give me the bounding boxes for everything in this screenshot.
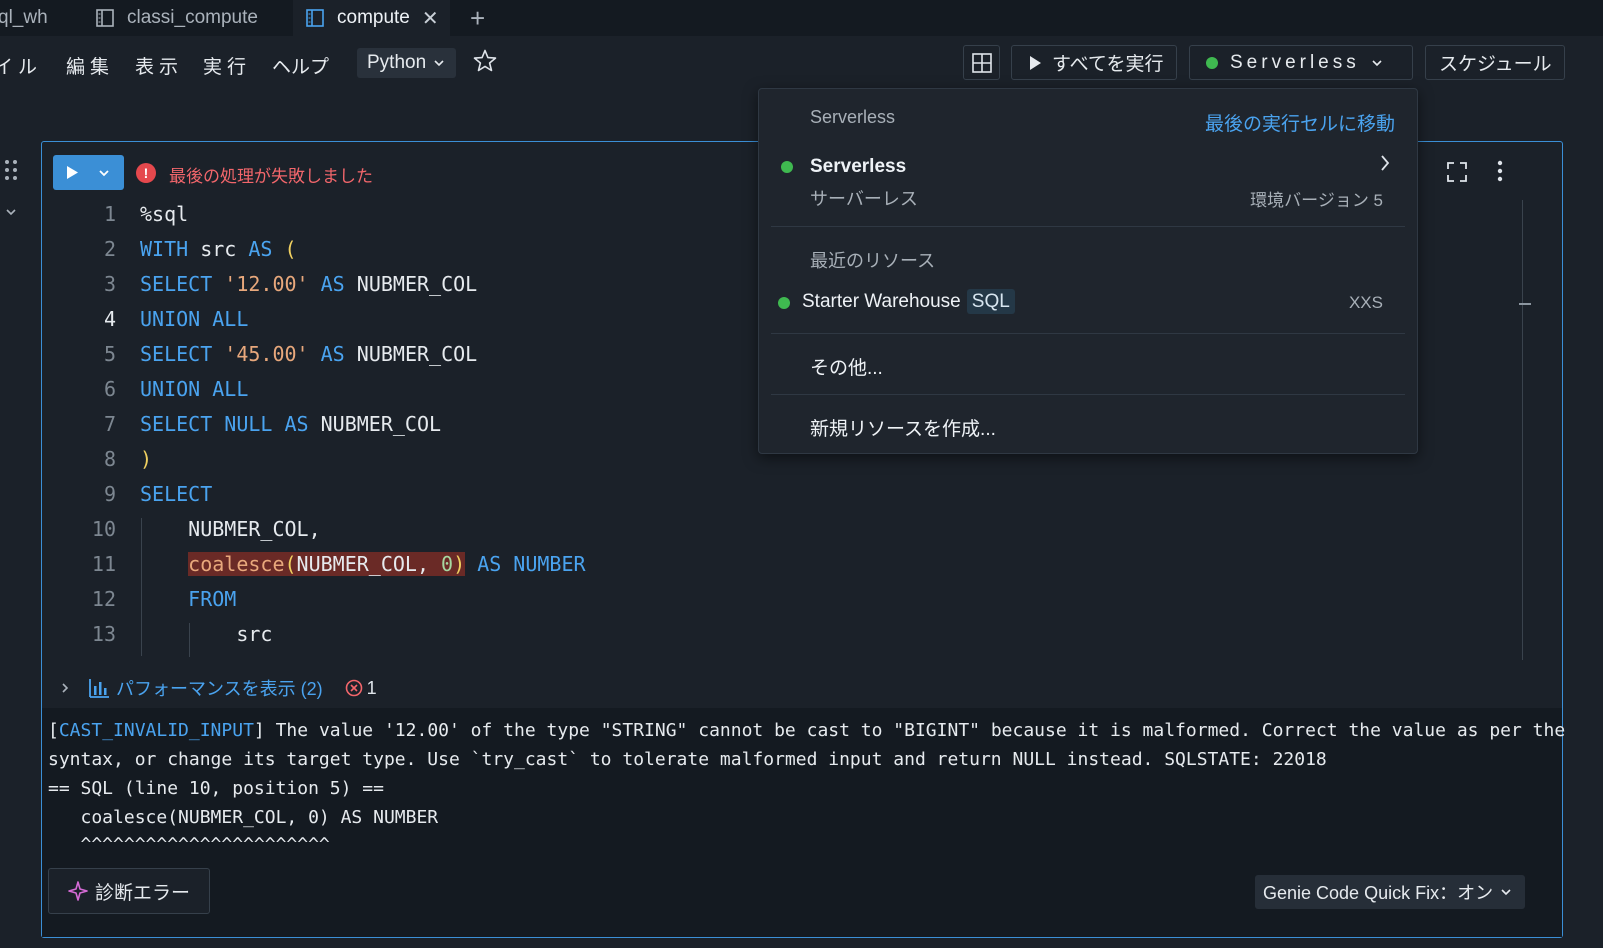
code-line: 7 SELECT NULL AS NUBMER_COL [103, 412, 442, 436]
code-line: 2 WITH src AS ( [103, 237, 297, 261]
serverless-option[interactable]: Serverless サーバーレス 環境バージョン 5 [771, 145, 1405, 225]
layout-grid-icon [971, 52, 992, 73]
run-cell-button[interactable] [53, 155, 124, 190]
expand-cell-icon[interactable] [1446, 161, 1468, 183]
status-dot [1206, 56, 1218, 69]
menu-view[interactable]: 表示 [135, 52, 183, 79]
output-line: [CAST_INVALID_INPUT] The value '12.00' o… [48, 720, 1566, 741]
chevron-right-icon [1381, 155, 1390, 171]
schedule-button[interactable]: スケジュール [1425, 45, 1565, 80]
chevron-right-icon[interactable] [58, 681, 72, 695]
drag-handle-icon[interactable] [4, 158, 18, 182]
code-line: 6 UNION ALL [103, 377, 249, 401]
code-line: 11 coalesce(NUBMER_COL, 0) AS NUMBER [91, 552, 586, 576]
menu-run[interactable]: 実行 [203, 52, 251, 79]
run-all-button[interactable]: すべてを実行 [1011, 45, 1177, 80]
play-icon [1030, 55, 1041, 70]
error-circle-icon [345, 679, 362, 697]
tab-ql-wh[interactable]: ql_wh [0, 0, 72, 36]
bar-chart-icon [89, 679, 109, 698]
scrollbar-marker [1519, 303, 1531, 305]
divider [771, 226, 1405, 227]
menu-edit[interactable]: 編集 [66, 52, 114, 79]
code-line: 1 %sql [103, 202, 189, 226]
go-to-last-cell-link[interactable]: 最後の実行セルに移動 [1205, 109, 1395, 136]
more-options-icon[interactable] [1496, 160, 1504, 182]
create-resource-option[interactable]: 新規リソースを作成... [810, 414, 996, 441]
menu-file[interactable]: イル [0, 52, 42, 79]
code-line: 10 NUBMER_COL, [91, 517, 321, 541]
status-dot [781, 161, 793, 173]
indent-guide [141, 518, 142, 656]
error-icon: ! [136, 163, 156, 183]
code-line: 13 src [91, 622, 273, 646]
play-icon [67, 166, 78, 179]
recent-resources-header: 最近のリソース [810, 251, 936, 271]
popup-header: Serverless [810, 107, 896, 127]
tab-classi-compute[interactable]: classi_compute [95, 0, 285, 36]
error-code-link[interactable]: CAST_INVALID_INPUT [59, 720, 254, 741]
output-line: coalesce(NUBMER_COL, 0) AS NUMBER [48, 807, 439, 828]
language-select[interactable]: Python [357, 48, 457, 78]
cell-error-status: 最後の処理が失敗しました [169, 167, 373, 186]
star-icon[interactable] [472, 48, 498, 74]
collapse-cell-icon[interactable] [4, 205, 18, 219]
add-tab-icon[interactable]: + [470, 3, 485, 34]
output-line: ^^^^^^^^^^^^^^^^^^^^^^^ [48, 834, 330, 855]
close-tab-icon[interactable]: ✕ [422, 6, 439, 31]
tab-bar: ql_wh classi_compute compute ✕ + [0, 0, 1603, 36]
code-line: 12 FROM [91, 587, 237, 611]
tab-compute[interactable]: compute ✕ [293, 0, 450, 36]
sparkle-icon [68, 881, 88, 901]
chevron-down-icon [434, 60, 444, 67]
chevron-down-icon[interactable] [97, 166, 111, 180]
layout-button[interactable] [963, 45, 1000, 80]
performance-row[interactable]: パフォーマンスを表示 (2) 1 [58, 673, 377, 703]
indent-guide [189, 623, 190, 657]
output-line: == SQL (line 10, position 5) == [48, 778, 384, 799]
divider [771, 394, 1405, 395]
sql-badge: SQL [966, 289, 1015, 314]
error-highlight: coalesce(NUBMER_COL, 0) [188, 552, 466, 576]
compute-select[interactable]: Serverless [1189, 45, 1413, 80]
code-line: 4 UNION ALL [103, 307, 249, 331]
chevron-down-icon [1372, 59, 1382, 66]
chevron-down-icon [1501, 889, 1511, 896]
notebook-icon [96, 9, 114, 27]
output-line: syntax, or change its target type. Use `… [48, 749, 1327, 770]
menu-help[interactable]: ヘルプ [272, 52, 329, 79]
performance-link[interactable]: パフォーマンスを表示 (2) [116, 675, 323, 701]
scrollbar[interactable] [1522, 200, 1523, 660]
starter-warehouse-option[interactable]: Starter Warehouse SQL XXS [771, 285, 1405, 329]
compute-dropdown: Serverless 最後の実行セルに移動 Serverless サーバーレス … [758, 88, 1418, 454]
code-line: 3 SELECT '12.00' AS NUBMER_COL [103, 272, 478, 296]
code-line: 8) [103, 447, 153, 471]
other-resources-option[interactable]: その他... [810, 353, 883, 380]
genie-quick-fix-toggle[interactable]: Genie Code Quick Fix：オン [1255, 875, 1525, 909]
code-line: 5 SELECT '45.00' AS NUBMER_COL [103, 342, 478, 366]
status-dot [778, 297, 790, 309]
diagnose-error-button[interactable]: 診断エラー [48, 868, 210, 914]
notebook-icon [306, 9, 324, 27]
divider [771, 333, 1405, 334]
error-count: 1 [366, 677, 377, 698]
code-line: 9 SELECT [103, 482, 213, 506]
